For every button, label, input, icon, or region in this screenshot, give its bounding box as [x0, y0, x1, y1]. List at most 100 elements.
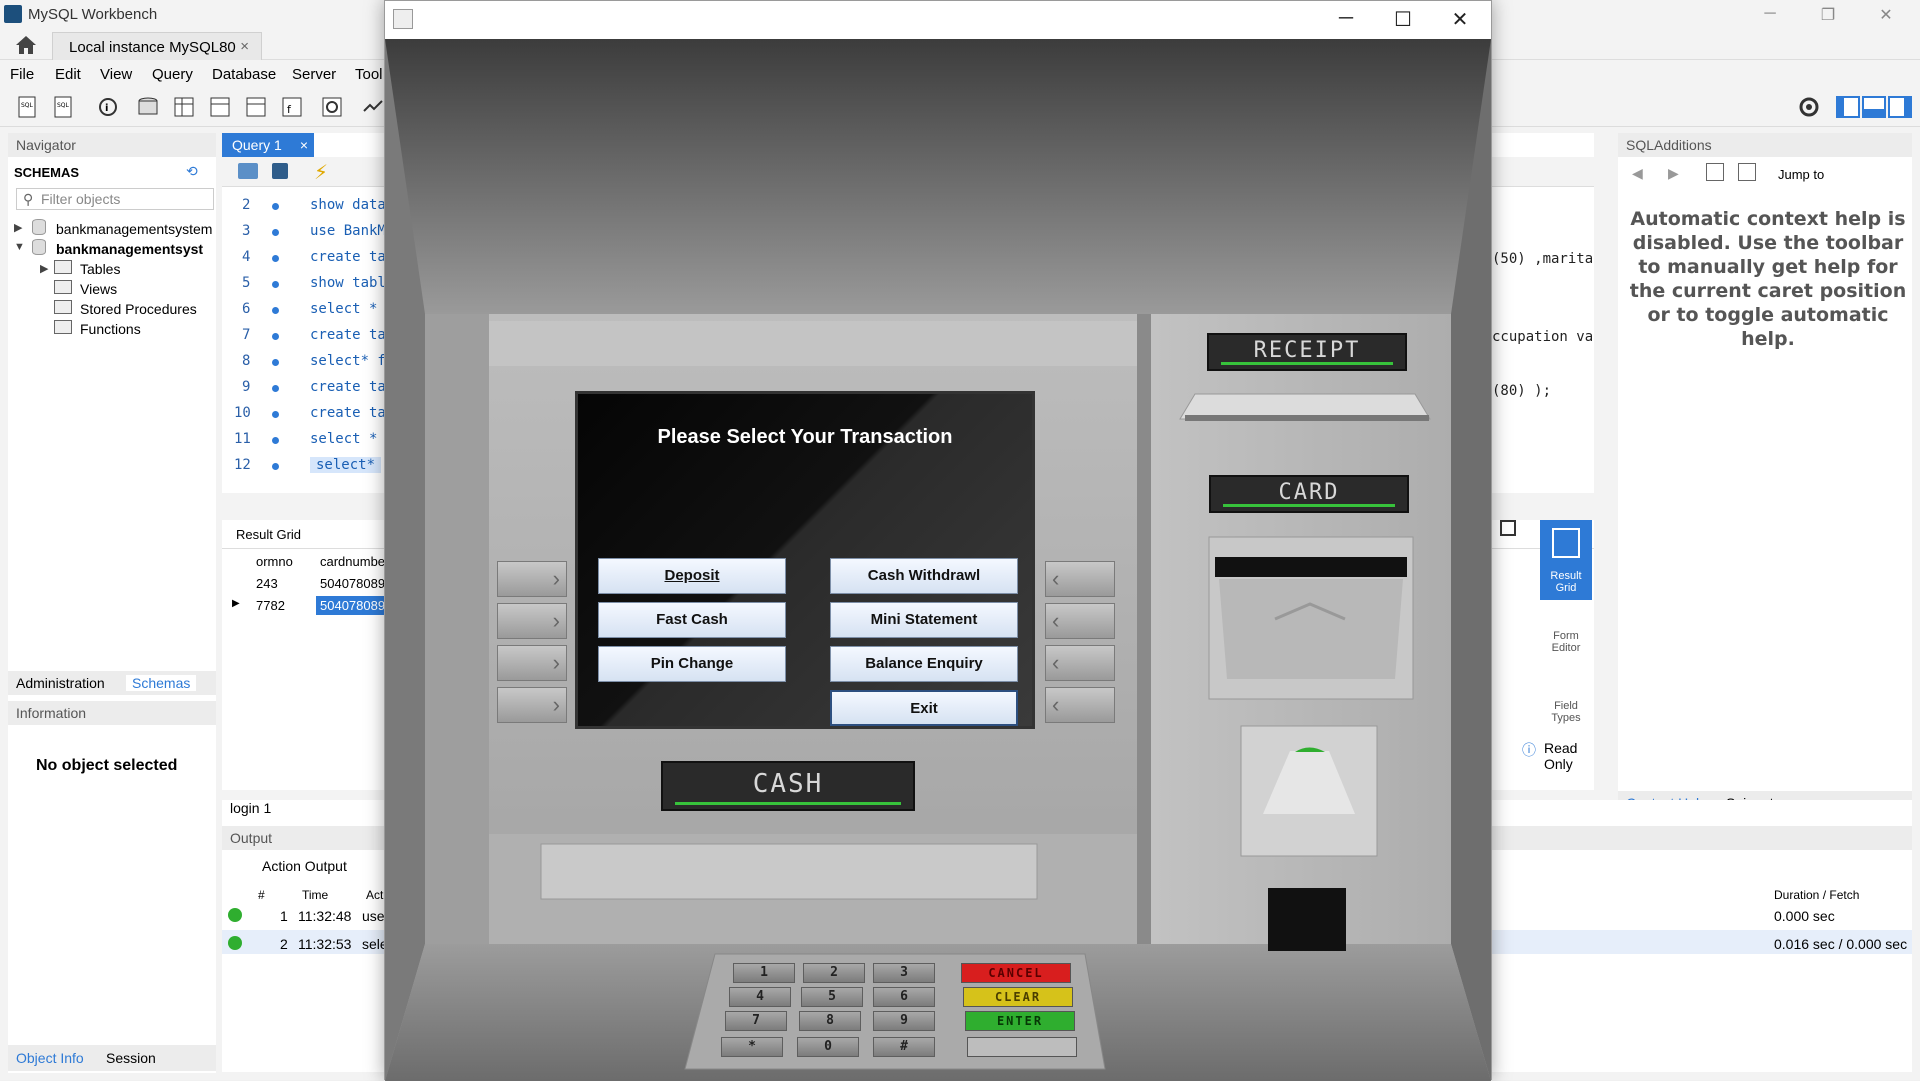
left-side-key-3[interactable]: › [497, 645, 567, 681]
cancel-key[interactable]: CANCEL [961, 963, 1071, 983]
filter-objects-input[interactable]: ⚲ Filter objects [16, 188, 214, 210]
right-side-key-2[interactable]: ‹ [1045, 603, 1115, 639]
expand-arrow-icon[interactable]: ▶ [40, 262, 48, 275]
code-line[interactable]: create ta [310, 249, 386, 265]
menu-server[interactable]: Server [292, 66, 336, 83]
code-line[interactable]: show data [310, 197, 386, 213]
keypad-8[interactable]: 8 [799, 1011, 861, 1031]
keypad-9[interactable]: 9 [873, 1011, 935, 1031]
minimize-icon[interactable]: ─ [1750, 5, 1790, 27]
right-side-key-3[interactable]: ‹ [1045, 645, 1115, 681]
manual-help-icon[interactable] [1706, 163, 1724, 181]
deposit-button[interactable]: Deposit [598, 558, 786, 594]
code-line[interactable]: create ta [310, 405, 386, 421]
jump-to-label[interactable]: Jump to [1778, 167, 1824, 182]
code-line[interactable]: select * [310, 301, 377, 317]
code-line[interactable]: use BankM [310, 223, 386, 239]
code-line[interactable]: select * [310, 431, 377, 447]
schema-item-bankmanagementsyst[interactable]: bankmanagementsyst [56, 241, 203, 257]
left-side-key-4[interactable]: › [497, 687, 567, 723]
field-types-side-button[interactable]: Field Types [1540, 700, 1592, 724]
maximize-icon[interactable]: ☐ [1378, 7, 1428, 33]
left-side-key-2[interactable]: › [497, 603, 567, 639]
code-line[interactable]: create ta [310, 327, 386, 343]
forward-arrow-icon[interactable]: ▶ [1668, 165, 1679, 182]
tab-schemas[interactable]: Schemas [126, 675, 197, 691]
menu-query[interactable]: Query [152, 66, 193, 83]
menu-tools[interactable]: Tool [355, 66, 383, 83]
refresh-schemas-icon[interactable]: ⟲ [186, 163, 198, 180]
create-schema-icon[interactable] [136, 95, 162, 119]
create-function-icon[interactable]: f [280, 95, 306, 119]
tree-functions[interactable]: Functions [80, 321, 141, 337]
new-sql-tab-icon[interactable]: SQL [16, 95, 42, 119]
restore-icon[interactable]: ❐ [1808, 5, 1848, 27]
login-tab[interactable]: login 1 [230, 800, 271, 816]
collapse-arrow-icon[interactable]: ▼ [14, 241, 25, 253]
menu-file[interactable]: File [10, 66, 34, 83]
tab-session[interactable]: Session [106, 1050, 156, 1066]
exit-button[interactable]: Exit [830, 690, 1018, 726]
column-header[interactable]: ormno [256, 554, 293, 569]
keypad-7[interactable]: 7 [725, 1011, 787, 1031]
execute-lightning-icon[interactable]: ⚡ [314, 160, 328, 185]
menu-edit[interactable]: Edit [55, 66, 81, 83]
connection-tab[interactable]: Local instance MySQL80 × [52, 32, 262, 60]
keypad-star[interactable]: * [721, 1037, 783, 1057]
reconnect-icon[interactable] [360, 95, 386, 119]
keypad-3[interactable]: 3 [873, 963, 935, 983]
tab-object-info[interactable]: Object Info [16, 1050, 84, 1066]
keypad-5[interactable]: 5 [801, 987, 863, 1007]
balance-enquiry-button[interactable]: Balance Enquiry [830, 646, 1018, 682]
menu-view[interactable]: View [100, 66, 132, 83]
code-line[interactable]: select* f [310, 353, 386, 369]
keypad-hash[interactable]: # [873, 1037, 935, 1057]
tab-administration[interactable]: Administration [16, 675, 105, 691]
keypad-1[interactable]: 1 [733, 963, 795, 983]
close-tab-icon[interactable]: × [300, 137, 308, 153]
back-arrow-icon[interactable]: ◀ [1632, 165, 1643, 182]
cell[interactable]: 504078089 [320, 576, 385, 591]
save-icon[interactable] [272, 163, 288, 179]
code-line[interactable]: create ta [310, 379, 386, 395]
create-table-icon[interactable] [172, 95, 198, 119]
cell-selected[interactable]: 504078089 [316, 596, 390, 615]
tree-views[interactable]: Views [80, 281, 117, 297]
fast-cash-button[interactable]: Fast Cash [598, 602, 786, 638]
keypad-4[interactable]: 4 [729, 987, 791, 1007]
toggle-output-icon[interactable] [1862, 95, 1886, 119]
mini-statement-button[interactable]: Mini Statement [830, 602, 1018, 638]
keypad-0[interactable]: 0 [797, 1037, 859, 1057]
tree-tables[interactable]: Tables [80, 261, 120, 277]
clear-key[interactable]: CLEAR [963, 987, 1073, 1007]
minimize-icon[interactable]: ─ [1321, 7, 1371, 33]
schema-item-bankmanagementsystem[interactable]: bankmanagementsystem [56, 221, 212, 237]
keypad-6[interactable]: 6 [873, 987, 935, 1007]
output-mode-select[interactable]: Action Output [262, 858, 347, 874]
right-side-key-1[interactable]: ‹ [1045, 561, 1115, 597]
menu-database[interactable]: Database [212, 66, 276, 83]
query-tab[interactable]: Query 1 × [222, 133, 314, 157]
form-editor-side-button[interactable]: Form Editor [1540, 630, 1592, 654]
column-header[interactable]: cardnumbe [320, 554, 385, 569]
open-sql-script-icon[interactable]: SQL [52, 95, 78, 119]
expand-arrow-icon[interactable]: ▶ [14, 221, 22, 234]
code-line[interactable]: show tabl [310, 275, 386, 291]
enter-key[interactable]: ENTER [965, 1011, 1075, 1031]
close-tab-icon[interactable]: × [240, 38, 249, 55]
create-procedure-icon[interactable] [244, 95, 270, 119]
home-icon[interactable] [14, 34, 38, 56]
tree-stored-procedures[interactable]: Stored Procedures [80, 301, 197, 317]
create-view-icon[interactable] [208, 95, 234, 119]
auto-help-icon[interactable] [1738, 163, 1756, 181]
close-icon[interactable]: ✕ [1866, 5, 1906, 27]
toggle-sidebar-icon[interactable] [1836, 95, 1860, 119]
settings-gear-icon[interactable] [1796, 95, 1822, 119]
search-table-icon[interactable] [320, 95, 346, 119]
keypad-2[interactable]: 2 [803, 963, 865, 983]
toggle-panel-icon[interactable] [1500, 520, 1516, 536]
cell[interactable]: 243 [256, 576, 278, 591]
close-icon[interactable]: ✕ [1435, 7, 1485, 33]
cell[interactable]: 7782 [256, 598, 285, 613]
right-side-key-4[interactable]: ‹ [1045, 687, 1115, 723]
